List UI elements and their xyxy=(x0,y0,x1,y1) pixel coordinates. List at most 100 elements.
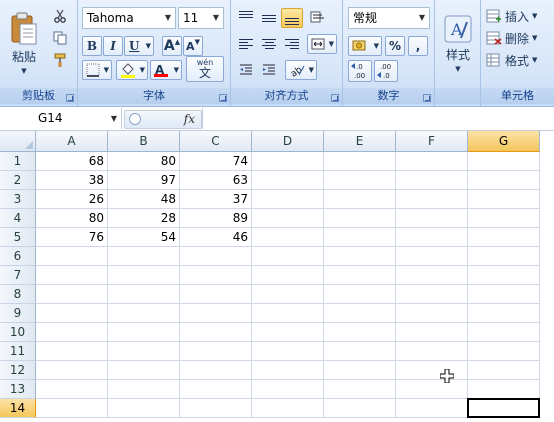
cell-c4[interactable]: 89 xyxy=(180,209,252,228)
cell-e2[interactable] xyxy=(324,171,396,190)
borders-button[interactable]: ▼ xyxy=(82,60,112,80)
cell-c10[interactable] xyxy=(180,323,252,342)
cell-a13[interactable] xyxy=(36,380,108,399)
cell-d8[interactable] xyxy=(252,285,324,304)
cell-a9[interactable] xyxy=(36,304,108,323)
column-header-a[interactable]: A xyxy=(36,131,108,152)
insert-cells-button[interactable]: 插入 ▼ xyxy=(485,6,549,26)
cell-g4[interactable] xyxy=(468,209,540,228)
cell-e12[interactable] xyxy=(324,361,396,380)
row-header-12[interactable]: 12 xyxy=(0,361,36,380)
cell-f5[interactable] xyxy=(396,228,468,247)
format-painter-button[interactable] xyxy=(50,50,70,70)
cell-a1[interactable]: 68 xyxy=(36,152,108,171)
accounting-format-button[interactable]: ▼ xyxy=(348,36,382,56)
font-size-select[interactable]: 11 ▼ xyxy=(178,7,224,29)
align-top-button[interactable] xyxy=(235,8,257,28)
row-header-5[interactable]: 5 xyxy=(0,228,36,247)
format-cells-button[interactable]: 格式 ▼ xyxy=(485,50,549,70)
row-header-14[interactable]: 14 xyxy=(0,399,36,418)
cell-f13[interactable] xyxy=(396,380,468,399)
merge-center-button[interactable]: ▼ xyxy=(307,34,337,54)
font-name-select[interactable]: Tahoma ▼ xyxy=(82,7,176,29)
formula-input[interactable] xyxy=(202,108,554,129)
cell-e6[interactable] xyxy=(324,247,396,266)
cell-e10[interactable] xyxy=(324,323,396,342)
cell-c8[interactable] xyxy=(180,285,252,304)
cell-a11[interactable] xyxy=(36,342,108,361)
cell-b7[interactable] xyxy=(108,266,180,285)
cell-c3[interactable]: 37 xyxy=(180,190,252,209)
align-bottom-button[interactable] xyxy=(281,8,303,28)
column-header-g[interactable]: G xyxy=(468,131,540,152)
row-header-4[interactable]: 4 xyxy=(0,209,36,228)
cell-d3[interactable] xyxy=(252,190,324,209)
cell-d11[interactable] xyxy=(252,342,324,361)
cell-b1[interactable]: 80 xyxy=(108,152,180,171)
cell-b10[interactable] xyxy=(108,323,180,342)
cell-g3[interactable] xyxy=(468,190,540,209)
increase-decimal-button[interactable]: .0 .00 xyxy=(348,60,372,82)
cell-d1[interactable] xyxy=(252,152,324,171)
align-middle-button[interactable] xyxy=(258,8,280,28)
cell-a6[interactable] xyxy=(36,247,108,266)
cell-c7[interactable] xyxy=(180,266,252,285)
cell-e5[interactable] xyxy=(324,228,396,247)
cell-c5[interactable]: 46 xyxy=(180,228,252,247)
cell-f9[interactable] xyxy=(396,304,468,323)
cell-c1[interactable]: 74 xyxy=(180,152,252,171)
cell-b6[interactable] xyxy=(108,247,180,266)
row-header-2[interactable]: 2 xyxy=(0,171,36,190)
align-center-button[interactable] xyxy=(258,34,280,54)
cell-d13[interactable] xyxy=(252,380,324,399)
row-header-8[interactable]: 8 xyxy=(0,285,36,304)
cell-f14[interactable] xyxy=(396,399,468,418)
row-header-9[interactable]: 9 xyxy=(0,304,36,323)
cell-c13[interactable] xyxy=(180,380,252,399)
cell-g11[interactable] xyxy=(468,342,540,361)
cell-f11[interactable] xyxy=(396,342,468,361)
cell-e1[interactable] xyxy=(324,152,396,171)
row-header-3[interactable]: 3 xyxy=(0,190,36,209)
italic-button[interactable]: I xyxy=(103,36,123,56)
row-header-7[interactable]: 7 xyxy=(0,266,36,285)
copy-button[interactable] xyxy=(50,28,70,48)
cell-e11[interactable] xyxy=(324,342,396,361)
cell-d9[interactable] xyxy=(252,304,324,323)
cell-e7[interactable] xyxy=(324,266,396,285)
cell-d14[interactable] xyxy=(252,399,324,418)
bold-button[interactable]: B xyxy=(82,36,102,56)
cell-g12[interactable] xyxy=(468,361,540,380)
column-header-b[interactable]: B xyxy=(108,131,180,152)
chevron-down-icon[interactable]: ▼ xyxy=(111,108,117,129)
cell-a4[interactable]: 80 xyxy=(36,209,108,228)
column-header-d[interactable]: D xyxy=(252,131,324,152)
cell-b2[interactable]: 97 xyxy=(108,171,180,190)
underline-button[interactable]: U ▼ xyxy=(124,36,154,56)
cell-g2[interactable] xyxy=(468,171,540,190)
cell-a12[interactable] xyxy=(36,361,108,380)
cell-f10[interactable] xyxy=(396,323,468,342)
cell-g8[interactable] xyxy=(468,285,540,304)
cell-e14[interactable] xyxy=(324,399,396,418)
cell-c12[interactable] xyxy=(180,361,252,380)
cell-b13[interactable] xyxy=(108,380,180,399)
cell-b4[interactable]: 28 xyxy=(108,209,180,228)
cell-d7[interactable] xyxy=(252,266,324,285)
cell-g10[interactable] xyxy=(468,323,540,342)
cell-b14[interactable] xyxy=(108,399,180,418)
cell-c11[interactable] xyxy=(180,342,252,361)
font-color-button[interactable]: A ▼ xyxy=(150,60,182,80)
cell-f8[interactable] xyxy=(396,285,468,304)
cell-b5[interactable]: 54 xyxy=(108,228,180,247)
cell-e13[interactable] xyxy=(324,380,396,399)
cell-g6[interactable] xyxy=(468,247,540,266)
delete-cells-button[interactable]: 删除 ▼ xyxy=(485,28,549,48)
number-launcher-icon[interactable] xyxy=(423,94,431,102)
cell-f4[interactable] xyxy=(396,209,468,228)
cell-b8[interactable] xyxy=(108,285,180,304)
cell-c14[interactable] xyxy=(180,399,252,418)
cell-d4[interactable] xyxy=(252,209,324,228)
cell-e8[interactable] xyxy=(324,285,396,304)
cell-g14[interactable] xyxy=(468,399,540,418)
